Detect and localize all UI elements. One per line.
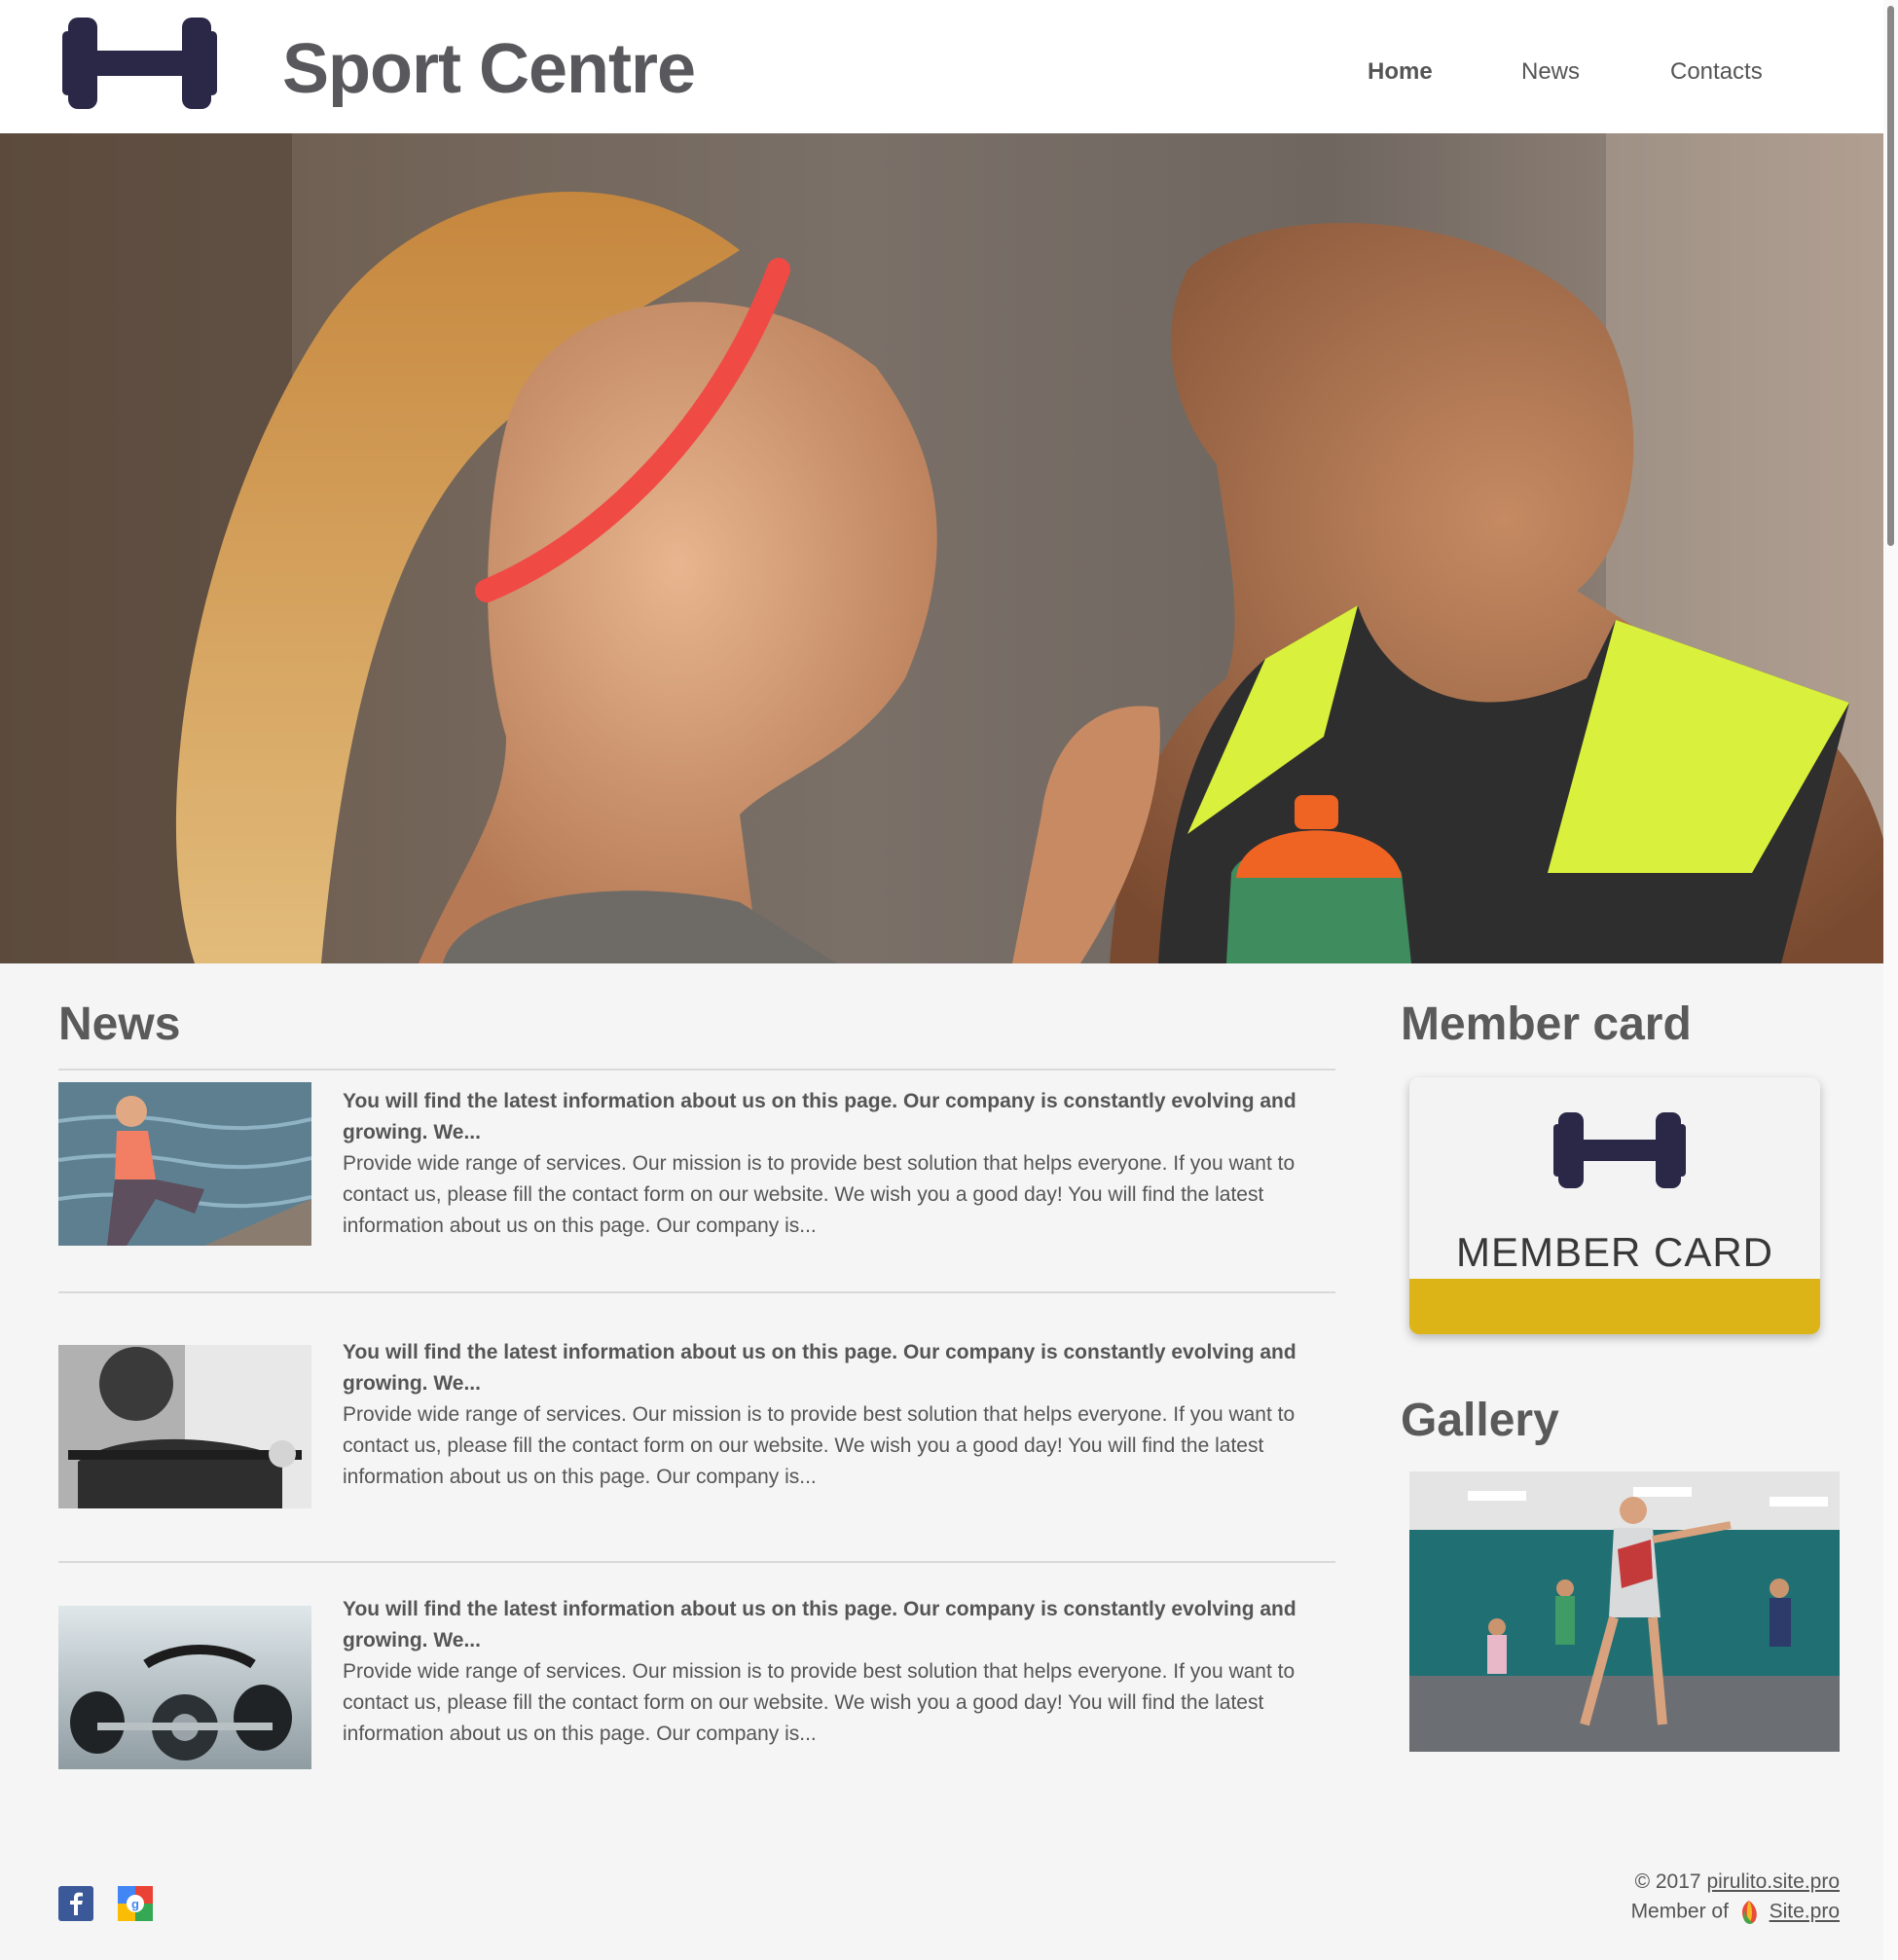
news-item-3: You will find the latest information abo… [343, 1594, 1326, 1750]
footer-copyright: © 2017 pirulito.site.pro [1635, 1870, 1840, 1894]
nav-home[interactable]: Home [1368, 58, 1433, 86]
news-item-body: Provide wide range of services. Our miss… [343, 1660, 1296, 1745]
copyright-text: © 2017 [1634, 1870, 1701, 1893]
site-header: Sport Centre Home News Contacts [0, 0, 1883, 133]
news-item-title[interactable]: You will find the latest information abo… [343, 1090, 1296, 1143]
nav-news[interactable]: News [1521, 58, 1580, 86]
site-title: Sport Centre [282, 30, 696, 108]
copyright-link[interactable]: pirulito.site.pro [1706, 1870, 1840, 1893]
sitepro-link[interactable]: Site.pro [1770, 1901, 1840, 1923]
scrollbar-thumb[interactable] [1887, 6, 1894, 546]
dumbbell-logo-icon[interactable] [58, 16, 221, 111]
member-card-banner[interactable]: MEMBER CARD [1409, 1077, 1820, 1334]
divider [58, 1291, 1335, 1293]
footer-member-of: Member of Site.pro [1631, 1899, 1840, 1926]
member-card-heading: Member card [1401, 998, 1692, 1050]
news-item-title[interactable]: You will find the latest information abo… [343, 1341, 1296, 1395]
news-item-1: You will find the latest information abo… [343, 1086, 1326, 1242]
news-item-title[interactable]: You will find the latest information abo… [343, 1598, 1296, 1651]
news-item-2: You will find the latest information abo… [343, 1337, 1326, 1493]
sitepro-logo-icon [1741, 1901, 1757, 1924]
divider [58, 1069, 1335, 1071]
news-heading: News [58, 998, 181, 1050]
facebook-icon[interactable] [58, 1886, 93, 1921]
gallery-heading: Gallery [1401, 1395, 1559, 1446]
news-item-body: Provide wide range of services. Our miss… [343, 1403, 1296, 1488]
google-plus-icon[interactable]: g [118, 1886, 153, 1921]
dumbbell-icon [1553, 1112, 1686, 1188]
nav-contacts[interactable]: Contacts [1670, 58, 1763, 86]
news-thumbnail-1[interactable] [58, 1082, 311, 1246]
svg-text:g: g [131, 1897, 139, 1911]
gallery-image[interactable] [1409, 1471, 1840, 1752]
member-card-stripe [1409, 1279, 1820, 1334]
news-thumbnail-2[interactable] [58, 1345, 311, 1508]
hero-image [0, 133, 1898, 963]
news-item-body: Provide wide range of services. Our miss… [343, 1152, 1296, 1237]
member-card-label: MEMBER CARD [1455, 1229, 1774, 1275]
news-thumbnail-3[interactable] [58, 1606, 311, 1769]
divider [58, 1561, 1335, 1563]
member-of-text: Member of [1630, 1900, 1729, 1923]
